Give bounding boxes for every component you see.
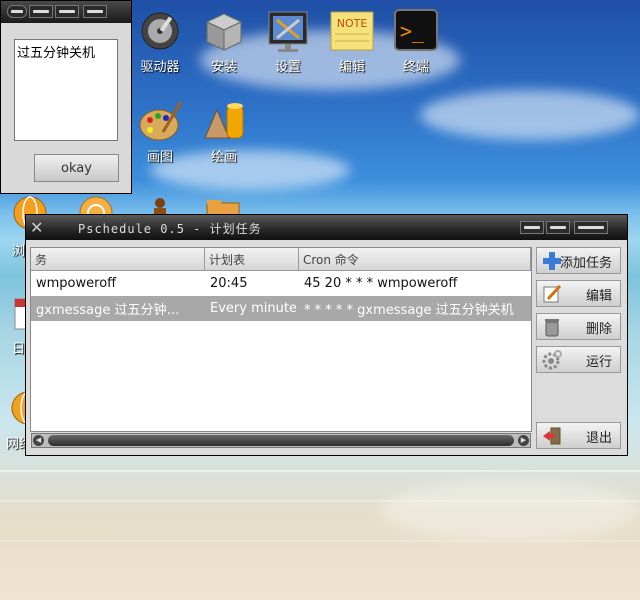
gear-icon <box>542 350 562 370</box>
scroll-left-icon[interactable]: ◀ <box>33 435 44 446</box>
cell-schedule: Every minute <box>210 301 297 316</box>
message-text[interactable]: 过五分钟关机 <box>14 39 118 141</box>
desktop-icon-editor[interactable]: NOTE 编辑 <box>317 8 387 75</box>
quit-label: 退出 <box>585 430 612 445</box>
desktop-icon-label: 安装 <box>210 60 237 75</box>
wave <box>0 540 640 542</box>
table-row[interactable]: wmpoweroff 20:45 45 20 * * * wmpoweroff <box>31 271 531 296</box>
column-header-task[interactable]: 务 <box>31 248 205 270</box>
cloud <box>420 90 640 140</box>
edit-pencil-icon <box>542 284 562 304</box>
minimize-button[interactable] <box>29 5 53 18</box>
add-task-label: 添加任务 <box>559 255 612 270</box>
window-menu-button[interactable] <box>7 5 27 18</box>
quit-button[interactable]: 退出 <box>536 422 621 449</box>
desktop-icon-settings[interactable]: 设置 <box>253 8 323 75</box>
cell-cron: * * * * * gxmessage 过五分钟关机 <box>304 303 514 318</box>
column-header-cron[interactable]: Cron 命令 <box>299 248 531 270</box>
desktop-icon-drives[interactable]: 驱动器 <box>125 8 195 75</box>
desktop-icon-draw[interactable]: 绘画 <box>189 98 259 165</box>
palette-icon <box>137 98 183 144</box>
desktop-icon-label: 画图 <box>146 150 173 165</box>
scrollbar-thumb[interactable] <box>48 435 514 446</box>
close-button[interactable] <box>83 5 107 18</box>
column-header-schedule[interactable]: 计划表 <box>205 248 299 270</box>
desktop-icon-install[interactable]: 安装 <box>189 8 259 75</box>
desktop-icon-label: 终端 <box>402 60 429 75</box>
trash-icon <box>542 317 562 337</box>
desktop-icon-label: 日 <box>12 342 26 357</box>
wave <box>0 500 640 502</box>
window-title: Pschedule 0.5 - 计划任务 <box>78 222 262 236</box>
scroll-right-icon[interactable]: ▶ <box>518 435 529 446</box>
desktop-icon-label: 驱动器 <box>140 60 180 75</box>
cell-cron: 45 20 * * * wmpoweroff <box>304 276 458 291</box>
close-button[interactable] <box>574 221 608 234</box>
task-list[interactable]: 务 计划表 Cron 命令 wmpoweroff 20:45 45 20 * *… <box>30 247 532 432</box>
hard-drive-icon <box>137 8 183 54</box>
delete-button[interactable]: 删除 <box>536 313 621 340</box>
package-box-icon <box>201 8 247 54</box>
desktop-icon-label: 绘画 <box>210 150 237 165</box>
message-window-titlebar[interactable] <box>1 1 131 23</box>
task-list-header: 务 计划表 Cron 命令 <box>31 248 531 271</box>
minimize-button[interactable] <box>520 221 544 234</box>
message-window: 过五分钟关机 okay <box>0 0 132 194</box>
maximize-button[interactable] <box>546 221 570 234</box>
exit-door-icon <box>542 426 562 446</box>
wave <box>0 470 640 472</box>
x-logo-icon[interactable]: ✕ <box>30 218 43 237</box>
okay-button[interactable]: okay <box>34 154 119 182</box>
cell-task: gxmessage 过五分钟… <box>36 303 180 318</box>
run-label: 运行 <box>585 354 612 369</box>
cell-task: wmpoweroff <box>36 276 117 291</box>
terminal-icon: >_ <box>393 8 439 54</box>
desktop-icon-paint[interactable]: 画图 <box>125 98 195 165</box>
desktop-icon-terminal[interactable]: >_ 终端 <box>381 8 451 75</box>
cloud <box>380 480 640 540</box>
pschedule-window: ✕ Pschedule 0.5 - 计划任务 务 计划表 Cron 命令 wmp… <box>25 214 628 456</box>
desktop-icon-label: 编辑 <box>338 60 365 75</box>
note-icon-text: NOTE <box>337 17 368 30</box>
maximize-button[interactable] <box>55 5 79 18</box>
desktop-icon-label: 设置 <box>274 60 301 75</box>
note-icon: NOTE <box>329 8 375 54</box>
pschedule-titlebar[interactable]: ✕ Pschedule 0.5 - 计划任务 <box>26 215 627 240</box>
shapes-icon <box>201 98 247 144</box>
table-row[interactable]: gxmessage 过五分钟… Every minute * * * * * g… <box>31 296 531 321</box>
delete-label: 删除 <box>585 321 612 336</box>
horizontal-scrollbar[interactable]: ◀ ▶ <box>31 433 531 448</box>
edit-button[interactable]: 编辑 <box>536 280 621 307</box>
add-task-button[interactable]: 添加任务 <box>536 247 621 274</box>
terminal-icon-text: >_ <box>400 19 425 43</box>
run-button[interactable]: 运行 <box>536 346 621 373</box>
desktop-icon-label: 浏 <box>12 244 26 259</box>
edit-label: 编辑 <box>585 288 612 303</box>
settings-tools-icon <box>265 8 311 54</box>
cell-schedule: 20:45 <box>210 276 248 291</box>
